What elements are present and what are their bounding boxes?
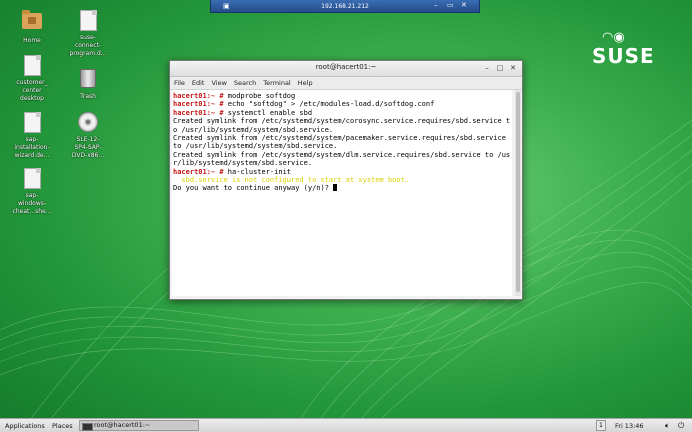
terminal-titlebar[interactable]: root@hacert01:~ – □ ✕ <box>170 61 522 77</box>
workspace-switcher[interactable]: 1 <box>596 420 606 431</box>
close-remote-icon[interactable]: ✕ <box>461 1 467 9</box>
terminal-scrollbar[interactable] <box>515 90 521 296</box>
terminal-text: modprobe softdog <box>223 92 296 100</box>
terminal-line: Do you want to continue anyway (y/n)? <box>172 184 512 192</box>
scrollbar-thumb[interactable] <box>516 92 520 292</box>
remote-session-bar[interactable]: ▣ 192.168.21.212 – ▭ ✕ <box>210 0 480 13</box>
shell-prompt: hacert01:~ # <box>173 108 224 117</box>
terminal-text: Do you want to continue anyway (y/n)? <box>173 184 334 193</box>
desktop-icon-sap-windows-cheatsheet[interactable]: sap- windows- cheat...she... <box>4 168 60 216</box>
document-icon <box>23 55 41 76</box>
terminal-line: sbd.service is not configured to start a… <box>172 176 512 184</box>
taskbar-item-label: root@hacert01:~ <box>94 421 151 429</box>
terminal-line: hacert01:~ # systemctl enable sbd <box>172 109 512 117</box>
desktop-icon-customer-center[interactable]: customer_ center desktop <box>4 55 60 103</box>
chameleon-icon: ◠◉ <box>602 30 625 45</box>
desktop-icon-label: sap- windows- cheat...she... <box>12 192 52 215</box>
terminal-line: Created symlink from /etc/systemd/system… <box>172 151 512 159</box>
shell-prompt: hacert01:~ # <box>173 100 224 109</box>
terminal-text: Created symlink from /etc/systemd/system… <box>173 117 511 126</box>
text-cursor <box>333 184 338 192</box>
shell-prompt: hacert01:~ # <box>173 167 224 176</box>
volume-icon[interactable]: 🔈︎ <box>665 421 670 431</box>
pin-icon[interactable]: ▣ <box>223 2 230 10</box>
minimize-icon[interactable]: – <box>482 63 492 73</box>
menu-view[interactable]: View <box>211 79 226 87</box>
close-icon[interactable]: ✕ <box>508 63 518 73</box>
desktop-icon-label: customer_ center desktop <box>16 79 48 102</box>
desktop-icon-label: suse- connect- program.d... <box>69 34 107 57</box>
bottom-panel: Applications Places root@hacert01:~ 1 Fr… <box>0 418 692 432</box>
document-icon <box>79 10 97 31</box>
terminal-icon <box>82 423 93 431</box>
terminal-text: ha-cluster-init <box>223 167 292 176</box>
terminal-text: r/lib/systemd/system/sbd.service. <box>173 159 313 168</box>
remote-address: 192.168.21.212 <box>321 2 369 10</box>
suse-logo-text: SUSE <box>592 44 655 68</box>
power-icon[interactable]: ⏻ <box>678 421 684 431</box>
trash-icon <box>80 69 96 88</box>
menu-help[interactable]: Help <box>298 79 313 87</box>
applications-menu[interactable]: Applications <box>5 422 45 430</box>
desktop-icon-label: sap- installation- wizard.de... <box>14 136 50 159</box>
document-icon <box>23 168 41 189</box>
desktop-icon-trash[interactable]: Trash <box>60 67 116 101</box>
terminal-line: hacert01:~ # ha-cluster-init <box>172 168 512 176</box>
terminal-text: echo "softdog" > /etc/modules-load.d/sof… <box>223 100 435 109</box>
folder-home-icon <box>22 10 42 29</box>
desktop-icon-sle-dvd[interactable]: SLE-12- SP4-SAP- DVD-x86... <box>60 112 116 160</box>
minimize-remote-icon[interactable]: – <box>434 1 438 9</box>
terminal-line: hacert01:~ # modprobe softdog <box>172 92 512 100</box>
terminal-title: root@hacert01:~ <box>315 63 377 71</box>
menu-edit[interactable]: Edit <box>192 79 205 87</box>
restore-remote-icon[interactable]: ▭ <box>447 1 454 9</box>
warning-text: sbd.service is not configured to start a… <box>173 176 410 185</box>
desktop-icon-label: SLE-12- SP4-SAP- DVD-x86... <box>71 136 105 159</box>
desktop-icon-label: Trash <box>80 93 96 100</box>
terminal-text: systemctl enable sbd <box>223 108 313 117</box>
desktop-icon-sap-installation-wizard[interactable]: sap- installation- wizard.de... <box>4 112 60 160</box>
desktop-icon-label: Home <box>23 37 41 44</box>
desktop-icon-home[interactable]: Home <box>4 10 60 45</box>
shell-prompt: hacert01:~ # <box>173 92 224 100</box>
terminal-menubar: File Edit View Search Terminal Help <box>170 77 522 90</box>
terminal-line: hacert01:~ # echo "softdog" > /etc/modul… <box>172 100 512 108</box>
disc-icon <box>78 112 98 132</box>
desktop-icon-suse-connect-program[interactable]: suse- connect- program.d... <box>60 10 116 58</box>
suse-logo: ◠◉ SUSE <box>592 30 682 68</box>
menu-file[interactable]: File <box>174 79 185 87</box>
document-icon <box>23 112 41 133</box>
terminal-text: to /usr/lib/systemd/system/sbd.service. <box>173 142 338 151</box>
terminal-window[interactable]: root@hacert01:~ – □ ✕ File Edit View Sea… <box>169 60 523 300</box>
menu-search[interactable]: Search <box>234 79 256 87</box>
taskbar-item-terminal[interactable]: root@hacert01:~ <box>79 420 199 431</box>
terminal-output[interactable]: hacert01:~ # modprobe softdog hacert01:~ … <box>172 90 512 296</box>
menu-terminal[interactable]: Terminal <box>263 79 290 87</box>
terminal-line: r/lib/systemd/system/sbd.service. <box>172 159 512 167</box>
terminal-text: Created symlink from /etc/systemd/system… <box>173 150 511 159</box>
clock[interactable]: Fri 13:46 <box>615 422 644 430</box>
terminal-text: o /usr/lib/systemd/system/sbd.service. <box>173 125 334 134</box>
terminal-text: Created symlink from /etc/systemd/system… <box>173 134 506 143</box>
places-menu[interactable]: Places <box>52 422 73 430</box>
terminal-line: to /usr/lib/systemd/system/sbd.service. <box>172 142 512 150</box>
terminal-line: Created symlink from /etc/systemd/system… <box>172 134 512 142</box>
terminal-line: o /usr/lib/systemd/system/sbd.service. <box>172 126 512 134</box>
terminal-line: Created symlink from /etc/systemd/system… <box>172 117 512 125</box>
maximize-icon[interactable]: □ <box>495 63 505 73</box>
